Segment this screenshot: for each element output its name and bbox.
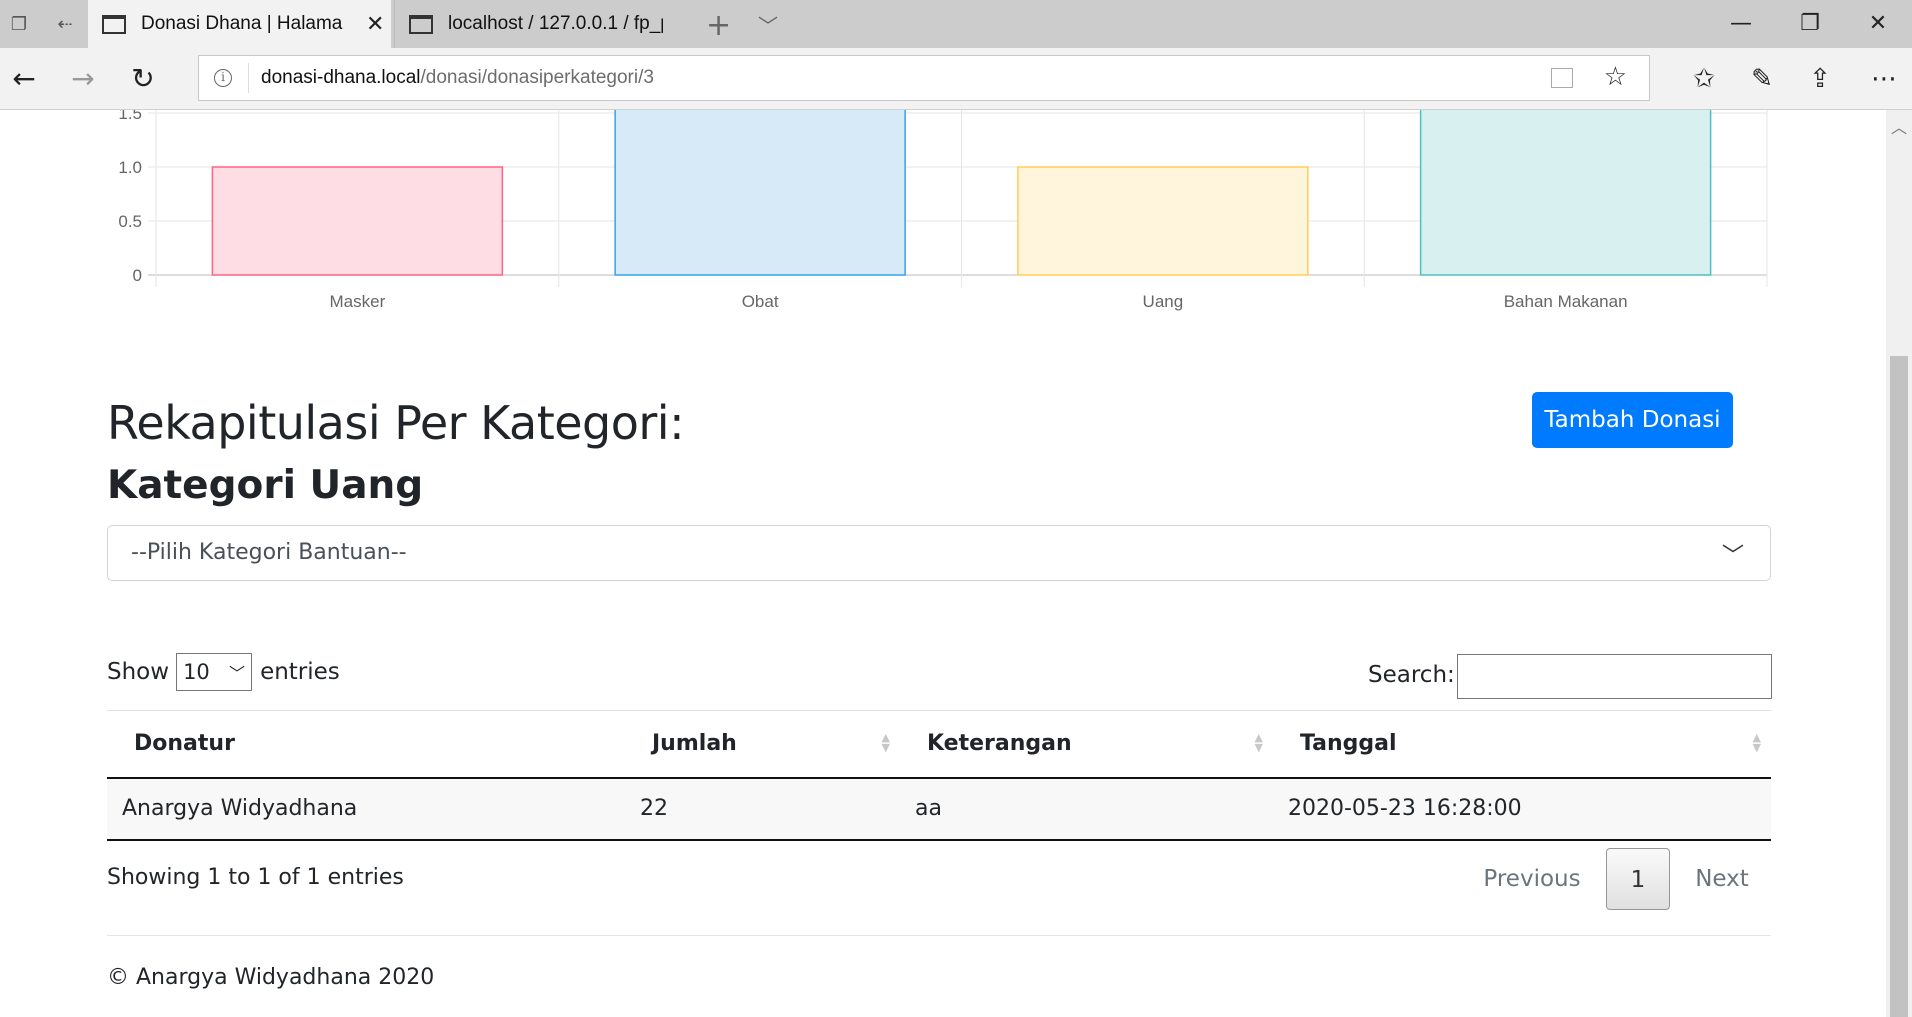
- reading-view-icon[interactable]: [1551, 68, 1573, 88]
- back-icon[interactable]: ←: [4, 60, 44, 98]
- page-icon: [409, 14, 433, 34]
- restore-icon[interactable]: ❐: [1775, 0, 1845, 48]
- x-tick-label: Bahan Makanan: [1504, 292, 1628, 311]
- favorites-icon[interactable]: ✩: [1682, 60, 1726, 98]
- page-scrollbar[interactable]: ︿: [1886, 110, 1912, 1017]
- tab-donasi-dhana[interactable]: Donasi Dhana | Halama ✕: [88, 0, 391, 48]
- close-window-icon[interactable]: ✕: [1843, 0, 1912, 48]
- chevron-down-icon: ﹀: [1721, 544, 1744, 569]
- close-icon[interactable]: ✕: [366, 11, 384, 37]
- x-tick-label: Obat: [742, 292, 779, 311]
- bar-bahan-makanan: [1419, 110, 1712, 276]
- cell-donatur: Anargya Widyadhana: [107, 777, 625, 841]
- bar-masker: [211, 166, 504, 276]
- table-info: Showing 1 to 1 of 1 entries: [107, 865, 404, 890]
- tab-title: Donasi Dhana | Halama: [141, 13, 343, 34]
- page-title: Rekapitulasi Per Kategori:: [107, 396, 685, 450]
- tab-phpmyadmin[interactable]: localhost / 127.0.0.1 / fp_pb: [394, 0, 692, 48]
- donation-table: Donatur Jumlah ▲ ▼ Keterangan ▲ ▼ Tanggal ▲ ▼ …: [107, 710, 1771, 841]
- bar-uang: [1017, 166, 1309, 276]
- page-length-control: Show 10 ﹀ entries: [107, 653, 340, 691]
- x-tick-label: Uang: [1143, 292, 1184, 311]
- refresh-icon[interactable]: ↻: [123, 60, 163, 98]
- add-donation-button[interactable]: Tambah Donasi: [1532, 392, 1733, 448]
- category-title: Kategori Uang: [107, 463, 424, 508]
- share-icon[interactable]: ⇪: [1798, 60, 1842, 98]
- sort-icon: ▲ ▼: [1752, 731, 1761, 754]
- address-bar: ← → ↻ i donasi-dhana.local/donasi/donasi…: [0, 48, 1912, 110]
- y-tick-label: 0: [133, 266, 142, 285]
- chevron-down-icon[interactable]: ﹀: [758, 10, 778, 39]
- page-content: 0 0.5 1.0 1.5 Masker Obat Uang Bahan Makanan Re…: [0, 110, 1886, 1017]
- column-header-jumlah[interactable]: Jumlah ▲ ▼: [625, 710, 900, 779]
- sort-icon: ▲ ▼: [881, 731, 890, 754]
- set-aside-tabs-icon[interactable]: ⇠: [52, 12, 78, 38]
- category-select-value: --Pilih Kategori Bantuan--: [131, 540, 407, 565]
- y-tick-label: 0.5: [118, 212, 142, 231]
- bar-obat: [614, 110, 906, 276]
- column-header-tanggal[interactable]: Tanggal ▲ ▼: [1273, 710, 1771, 779]
- tab-actions-icon[interactable]: ❐: [6, 12, 32, 38]
- entries-label: entries: [260, 659, 340, 685]
- y-tick-label: 1.0: [118, 158, 142, 177]
- table-row: Anargya Widyadhana 22 aa 2020-05-23 16:2…: [107, 777, 1771, 841]
- column-header-keterangan[interactable]: Keterangan ▲ ▼: [900, 710, 1273, 779]
- scrollbar-thumb[interactable]: [1890, 356, 1908, 1017]
- scroll-up-icon[interactable]: ︿: [1886, 114, 1912, 138]
- minimize-icon[interactable]: —: [1706, 0, 1776, 48]
- table-header-row: Donatur Jumlah ▲ ▼ Keterangan ▲ ▼ Tanggal ▲ ▼: [107, 710, 1771, 779]
- cell-tanggal: 2020-05-23 16:28:00: [1273, 777, 1771, 841]
- divider: [248, 63, 249, 93]
- next-page-button[interactable]: Next: [1680, 848, 1764, 910]
- donation-bar-chart: 0 0.5 1.0 1.5 Masker Obat Uang Bahan Makanan: [118, 110, 1768, 311]
- category-select[interactable]: --Pilih Kategori Bantuan-- ﹀: [107, 525, 1771, 581]
- star-icon[interactable]: ☆: [1604, 62, 1627, 92]
- footer-copyright: © Anargya Widyadhana 2020: [107, 965, 435, 990]
- x-tick-label: Masker: [330, 292, 386, 311]
- y-tick-label: 1.5: [118, 110, 142, 123]
- pen-icon[interactable]: ✎: [1740, 60, 1784, 98]
- forward-icon[interactable]: →: [63, 60, 103, 98]
- show-label: Show: [107, 659, 170, 685]
- search-input[interactable]: [1457, 654, 1772, 699]
- page-icon: [102, 14, 126, 34]
- page-length-select[interactable]: 10 ﹀: [176, 653, 253, 691]
- more-icon[interactable]: ⋯: [1862, 60, 1906, 98]
- url-field[interactable]: i donasi-dhana.local/donasi/donasiperkat…: [198, 55, 1650, 101]
- chevron-down-icon: ﹀: [229, 664, 246, 683]
- tab-title: localhost / 127.0.0.1 / fp_pb: [448, 13, 663, 34]
- cell-jumlah: 22: [625, 777, 900, 841]
- column-header-donatur[interactable]: Donatur: [107, 710, 625, 779]
- cell-keterangan: aa: [900, 777, 1273, 841]
- footer-divider: [107, 935, 1771, 936]
- url-text[interactable]: donasi-dhana.local/donasi/donasiperkateg…: [261, 67, 654, 89]
- search-label: Search:: [1368, 662, 1455, 688]
- previous-page-button[interactable]: Previous: [1472, 848, 1592, 910]
- page-length-value: 10: [183, 660, 210, 684]
- page-1-button[interactable]: 1: [1606, 848, 1670, 910]
- sort-icon: ▲ ▼: [1254, 731, 1263, 754]
- info-icon[interactable]: i: [214, 69, 232, 87]
- tab-bar: ❐ ⇠ Donasi Dhana | Halama ✕ localhost / …: [0, 0, 1912, 48]
- new-tab-icon[interactable]: +: [706, 8, 731, 43]
